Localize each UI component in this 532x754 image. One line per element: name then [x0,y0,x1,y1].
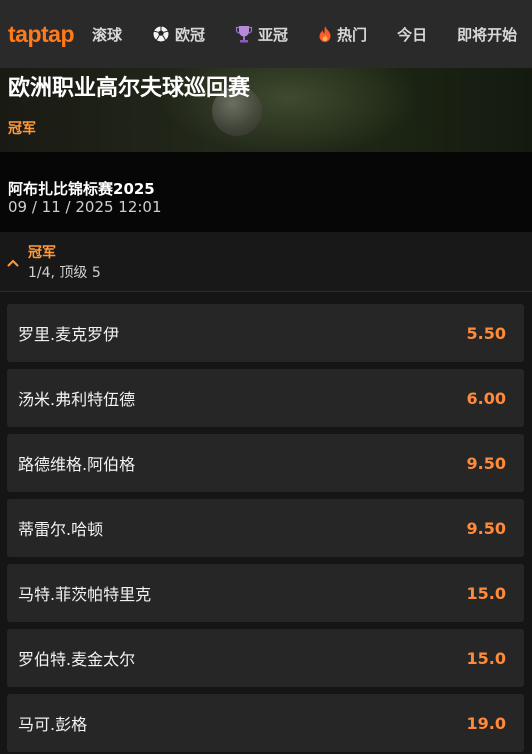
selection-odds[interactable]: 15.0 [467,649,506,668]
chevron-up-icon[interactable] [7,253,19,272]
selection-odds[interactable]: 19.0 [467,714,506,733]
flame-icon [318,25,332,43]
selection-name: 马可.彭格 [18,715,88,734]
selection-odds[interactable]: 5.50 [467,324,506,343]
nav-item-upcoming[interactable]: 即将开始 [457,24,517,45]
event-name: 阿布扎比锦标赛2025 [8,180,155,198]
event-info: 阿布扎比锦标赛2025 09 / 11 / 2025 12:01 [0,152,532,232]
selection-row[interactable]: 路德维格.阿伯格 9.50 [7,434,524,492]
selection-row[interactable]: 马特.菲茨帕特里克 15.0 [7,564,524,622]
selection-name: 蒂雷尔.哈顿 [18,520,104,539]
nav-item-today[interactable]: 今日 [397,24,427,45]
market-header[interactable]: 冠军 1/4, 顶级 5 [0,232,532,292]
selection-row[interactable]: 罗伯特.麦金太尔 15.0 [7,629,524,687]
nav-item-label: 亚冠 [258,25,289,44]
selection-odds[interactable]: 6.00 [467,389,506,408]
selection-name: 路德维格.阿伯格 [18,455,136,474]
trophy-icon [235,24,253,44]
selection-name: 罗里.麦克罗伊 [18,325,120,344]
nav-item-hot[interactable]: 热门 [318,24,367,45]
nav-item-afc-champions[interactable]: 亚冠 [235,24,288,45]
nav-item-label: 滚球 [92,25,123,44]
nav-item-label: 欧冠 [175,25,206,44]
nav-item-label: 即将开始 [457,25,518,44]
nav-item-label: 今日 [397,25,428,44]
selection-list: 罗里.麦克罗伊 5.50 汤米.弗利特伍德 6.00 路德维格.阿伯格 9.50… [7,304,524,754]
competition-title: 欧洲职业高尔夫球巡回赛 [8,76,251,101]
selection-name: 汤米.弗利特伍德 [18,390,136,409]
competition-banner: 欧洲职业高尔夫球巡回赛 冠军 [0,68,532,152]
selection-name: 马特.菲茨帕特里克 [18,585,152,604]
event-datetime: 09 / 11 / 2025 12:01 [8,198,162,216]
selection-row[interactable]: 汤米.弗利特伍德 6.00 [7,369,524,427]
soccer-ball-icon [152,25,170,43]
nav-item-live[interactable]: 滚球 [92,24,122,45]
market-title: 冠军 [28,245,56,261]
selection-row[interactable]: 蒂雷尔.哈顿 9.50 [7,499,524,557]
selection-row[interactable]: 罗里.麦克罗伊 5.50 [7,304,524,362]
selection-odds[interactable]: 9.50 [467,519,506,538]
nav-item-champions-league[interactable]: 欧冠 [152,24,205,45]
selection-odds[interactable]: 9.50 [467,454,506,473]
competition-market-label: 冠军 [8,121,36,137]
taptap-logo[interactable]: taptap [8,21,75,48]
selection-row[interactable]: 马可.彭格 19.0 [7,694,524,752]
market-terms: 1/4, 顶级 5 [28,265,101,281]
selection-name: 罗伯特.麦金太尔 [18,650,136,669]
selection-odds[interactable]: 15.0 [467,584,506,603]
nav-item-label: 热门 [337,25,368,44]
top-navigation: taptap 滚球 欧冠 亚冠 热门 今日 即将开始 [0,0,532,68]
